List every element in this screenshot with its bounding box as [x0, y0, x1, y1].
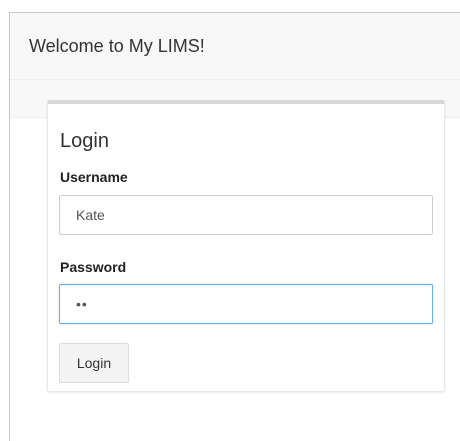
username-label: Username — [60, 169, 128, 185]
login-panel: Login Username Password Login — [47, 100, 445, 392]
brand-title[interactable]: Welcome to My LIMS! — [29, 36, 205, 57]
panel-title: Login — [60, 130, 109, 152]
password-input[interactable] — [59, 284, 433, 324]
password-label: Password — [60, 259, 127, 275]
username-input[interactable] — [59, 195, 433, 235]
login-button[interactable]: Login — [59, 343, 129, 383]
navbar: Welcome to My LIMS! — [10, 13, 460, 80]
app-window: Welcome to My LIMS! Login Username Passw… — [9, 12, 460, 441]
